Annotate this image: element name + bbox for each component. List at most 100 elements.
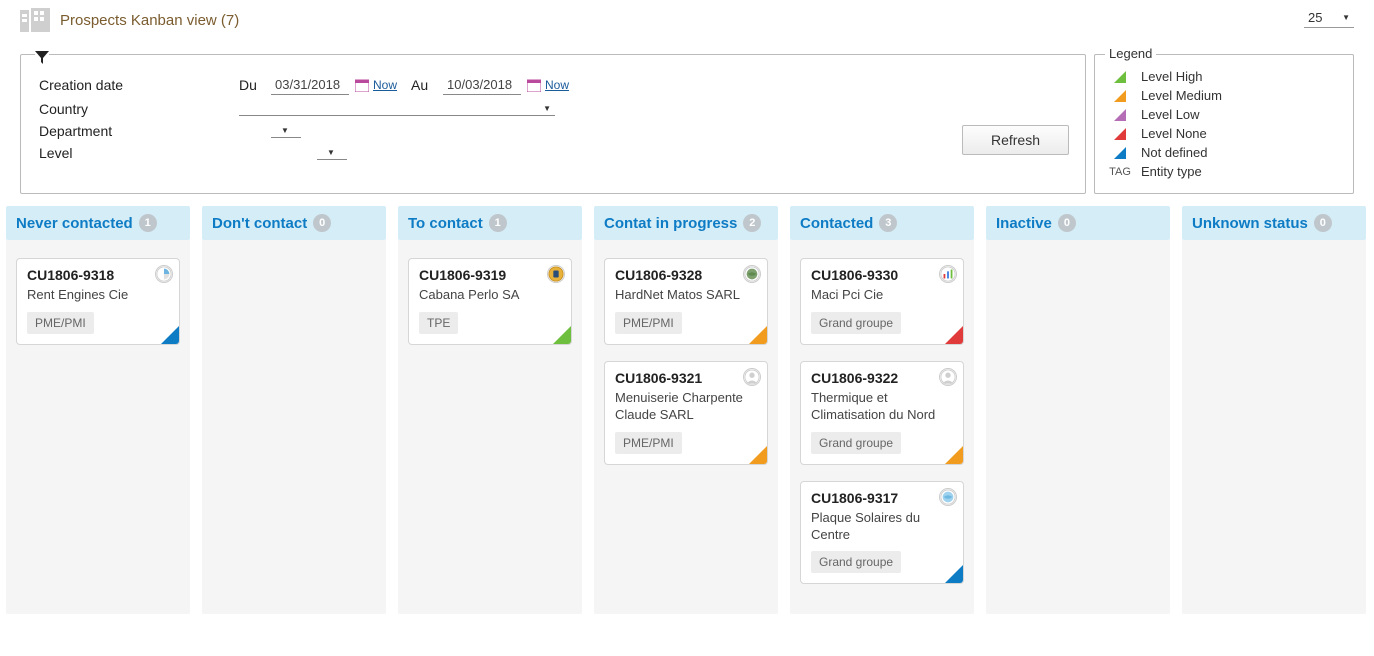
card-level-triangle-icon (945, 565, 963, 583)
card-level-triangle-icon (161, 326, 179, 344)
refresh-button[interactable]: Refresh (962, 125, 1069, 155)
column-title: Never contacted (16, 215, 133, 232)
page-size-select[interactable]: 25 (1304, 8, 1354, 28)
legend-title: Legend (1105, 46, 1156, 61)
column-title: To contact (408, 215, 483, 232)
to-now-link[interactable]: Now (545, 78, 569, 92)
department-label: Department (39, 123, 239, 139)
column-header[interactable]: Inactive 0 (986, 206, 1170, 240)
column-title: Inactive (996, 215, 1052, 232)
column-title: Don't contact (212, 215, 307, 232)
legend-triangle-icon (1107, 128, 1133, 140)
card-code: CU1806-9317 (811, 490, 953, 506)
column-header[interactable]: Contacted 3 (790, 206, 974, 240)
column-count-badge: 1 (489, 214, 507, 232)
card-name: Cabana Perlo SA (419, 287, 561, 304)
card-tag: PME/PMI (615, 312, 682, 334)
card-avatar-icon (743, 368, 761, 386)
country-select[interactable] (239, 102, 555, 116)
buildings-icon (20, 8, 50, 32)
kanban-card[interactable]: CU1806-9318Rent Engines CiePME/PMI (16, 258, 180, 345)
to-date-input[interactable] (443, 75, 521, 95)
column-count-badge: 3 (879, 214, 897, 232)
card-tag: Grand groupe (811, 551, 901, 573)
card-level-triangle-icon (749, 326, 767, 344)
card-avatar-icon (939, 488, 957, 506)
calendar-icon[interactable] (527, 78, 541, 92)
column-title: Contat in progress (604, 215, 737, 232)
level-label: Level (39, 145, 239, 161)
page-title: Prospects Kanban view (7) (60, 12, 239, 29)
card-code: CU1806-9321 (615, 370, 757, 386)
card-level-triangle-icon (553, 326, 571, 344)
card-level-triangle-icon (945, 446, 963, 464)
card-name: Thermique et Climatisation du Nord (811, 390, 953, 424)
filter-panel: Creation date Du Now Au Now Country Depa… (20, 54, 1086, 194)
calendar-icon[interactable] (355, 78, 369, 92)
legend-tag-prefix: TAG (1107, 166, 1133, 178)
card-code: CU1806-9322 (811, 370, 953, 386)
card-name: Maci Pci Cie (811, 287, 953, 304)
column-header[interactable]: Don't contact 0 (202, 206, 386, 240)
column-title: Contacted (800, 215, 873, 232)
legend-item-label: Not defined (1141, 145, 1208, 160)
legend-item-label: Level High (1141, 69, 1202, 84)
filter-icon (35, 51, 49, 68)
card-tag: PME/PMI (27, 312, 94, 334)
legend-triangle-icon (1107, 90, 1133, 102)
card-code: CU1806-9319 (419, 267, 561, 283)
card-level-triangle-icon (749, 446, 767, 464)
card-level-triangle-icon (945, 326, 963, 344)
card-avatar-icon (743, 265, 761, 283)
creation-date-label: Creation date (39, 77, 239, 93)
to-label: Au (411, 77, 443, 93)
column-header[interactable]: Never contacted 1 (6, 206, 190, 240)
legend-triangle-icon (1107, 109, 1133, 121)
column-header[interactable]: To contact 1 (398, 206, 582, 240)
legend-item-label: Level Low (1141, 107, 1200, 122)
column-count-badge: 0 (313, 214, 331, 232)
kanban-column: Never contacted1CU1806-9318Rent Engines … (6, 206, 190, 614)
kanban-card[interactable]: CU1806-9330Maci Pci CieGrand groupe (800, 258, 964, 345)
from-now-link[interactable]: Now (373, 78, 397, 92)
column-count-badge: 1 (139, 214, 157, 232)
legend-triangle-icon (1107, 147, 1133, 159)
card-name: HardNet Matos SARL (615, 287, 757, 304)
legend-panel: Legend Level HighLevel MediumLevel LowLe… (1094, 54, 1354, 194)
kanban-card[interactable]: CU1806-9317 Plaque Solaires du Centre Gran… (800, 481, 964, 585)
card-tag: TPE (419, 312, 458, 334)
card-name: Rent Engines Cie (27, 287, 169, 304)
card-avatar-icon (547, 265, 565, 283)
kanban-column: Unknown status0 (1182, 206, 1366, 614)
kanban-card[interactable]: CU1806-9321 Menuiserie Charpente Claude S… (604, 361, 768, 465)
column-count-badge: 2 (743, 214, 761, 232)
kanban-column: To contact 1 CU1806-9319 Cabana Perlo SA TPE (398, 206, 582, 614)
card-avatar-icon (155, 265, 173, 283)
column-header[interactable]: Contat in progress 2 (594, 206, 778, 240)
kanban-card[interactable]: CU1806-9322 Thermique et Climatisation du… (800, 361, 964, 465)
card-code: CU1806-9328 (615, 267, 757, 283)
column-body (986, 240, 1170, 614)
card-name: Plaque Solaires du Centre (811, 510, 953, 544)
column-body (202, 240, 386, 614)
card-avatar-icon (939, 368, 957, 386)
level-select[interactable] (317, 146, 347, 160)
column-count-badge: 0 (1058, 214, 1076, 232)
kanban-card[interactable]: CU1806-9319 Cabana Perlo SA TPE (408, 258, 572, 345)
legend-triangle-icon (1107, 71, 1133, 83)
card-tag: Grand groupe (811, 312, 901, 334)
column-body: CU1806-9330Maci Pci CieGrand groupeCU180… (790, 240, 974, 614)
kanban-card[interactable]: CU1806-9328 HardNet Matos SARL PME/PMI (604, 258, 768, 345)
card-tag: PME/PMI (615, 432, 682, 454)
legend-item-label: Level None (1141, 126, 1207, 141)
card-tag: Grand groupe (811, 432, 901, 454)
from-date-input[interactable] (271, 75, 349, 95)
column-body: CU1806-9319 Cabana Perlo SA TPE (398, 240, 582, 614)
column-header[interactable]: Unknown status0 (1182, 206, 1366, 240)
department-select[interactable] (271, 124, 301, 138)
from-label: Du (239, 77, 271, 93)
card-avatar-icon (939, 265, 957, 283)
card-name: Menuiserie Charpente Claude SARL (615, 390, 757, 424)
kanban-column: Don't contact 0 (202, 206, 386, 614)
column-body (1182, 240, 1366, 614)
